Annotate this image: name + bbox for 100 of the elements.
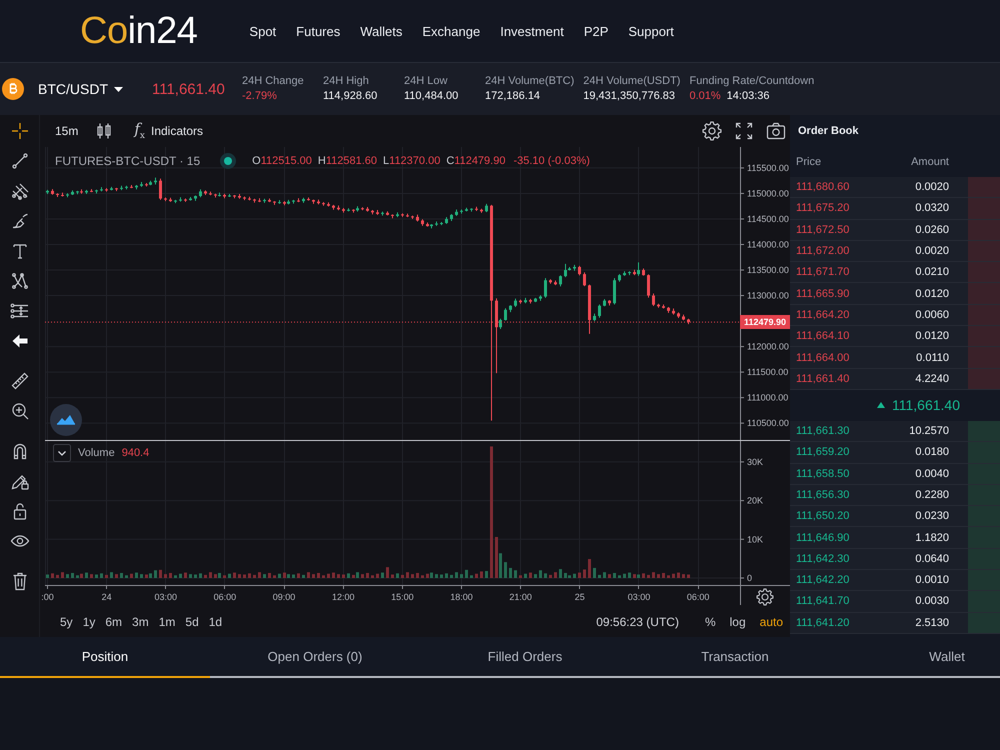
order-price: 111,642.20 [796,574,850,586]
mountain-badge-icon[interactable] [50,404,82,436]
candlestick [199,188,202,198]
bottom-tab[interactable]: Filled Orders [420,637,630,678]
volume-bar [470,575,473,578]
volume-bar [105,574,108,578]
candlestick [667,306,670,314]
settings-icon[interactable] [702,121,722,141]
indicators-button[interactable]: f$_{x}$ Indicators [134,122,204,140]
candlestick [56,192,59,198]
depth-bar [968,198,1000,219]
depth-bar [968,240,1000,262]
nav-link[interactable]: Support [628,24,674,38]
volume-bar [529,572,532,578]
bottom-tab[interactable]: Wallet [840,637,1000,678]
interval-button[interactable]: 15m [55,124,78,138]
parallel-lines-icon[interactable] [10,301,30,321]
range-button[interactable]: 3m [132,615,149,629]
order-amount: 1.1820 [914,532,949,544]
nav-link[interactable]: Wallets [360,24,402,38]
candlestick [130,184,133,189]
candlestick [110,186,113,191]
volume-bar [687,574,690,578]
volume-bar [204,574,207,578]
candlestick [327,202,330,207]
candlestick [292,199,295,204]
candlestick [416,214,419,222]
candlestick [322,202,325,206]
ruler-icon[interactable] [10,371,30,391]
line-tool-icon[interactable] [10,151,30,171]
pitchfork-icon[interactable] [10,181,30,201]
volume-bar [51,573,54,578]
candlestick [105,188,108,192]
volume-bar [228,574,231,578]
order-amount: 0.0230 [914,510,949,522]
pair-selector[interactable]: BTC/USDT [38,81,138,97]
nav-link[interactable]: Futures [296,24,340,38]
range-button[interactable]: 5d [185,615,199,629]
order-amount: 0.0040 [914,468,949,480]
volume-bar [549,574,552,578]
candlestick [228,193,231,198]
volume-bar [583,569,586,578]
range-button[interactable]: 1d [208,615,222,629]
candlestick [278,200,281,204]
fullscreen-icon[interactable] [734,121,754,141]
volume-bar [396,573,399,578]
candlestick [253,198,256,204]
candlestick [687,318,690,325]
volume-tick-label: 20K [747,496,764,506]
candlestick [514,298,517,308]
scale-option[interactable]: % [704,615,716,629]
bottom-tab[interactable]: Position [0,637,210,678]
logo-wordmark[interactable]: Coin24 [80,12,198,50]
nav-link[interactable]: Investment [500,24,564,38]
volume-bar [189,574,192,578]
camera-icon[interactable] [766,121,786,141]
nav-link[interactable]: Spot [249,24,276,38]
scale-option[interactable]: log [730,615,746,629]
volume-bar [135,572,138,578]
price-tick-label: 114000.00 [747,240,789,250]
stat-value: 114,928.60 [323,90,378,103]
bottom-tab[interactable]: Open Orders (0) [210,637,420,678]
collapse-chevron-icon[interactable] [53,444,71,462]
scale-option[interactable]: auto [760,615,783,629]
candlestick [460,209,463,214]
pattern-tool-icon[interactable] [10,271,30,291]
crosshair-icon[interactable] [10,121,30,141]
candlestick [519,299,522,304]
order-amount: 4.2240 [914,372,949,385]
candlestick [578,265,581,276]
order-amount: 0.0020 [914,245,949,258]
volume-bar [386,567,389,578]
volume-bar [337,574,340,578]
volume-bar [307,572,310,578]
nav-link[interactable]: P2P [584,24,608,38]
stat-label: 24H Volume(BTC) [485,75,574,88]
order-amount: 0.2280 [914,489,949,501]
volume-bar [647,574,650,578]
volume-bar [312,574,315,578]
volume-bar [199,573,202,578]
range-button[interactable]: 1y [82,615,96,629]
volume-bar [223,575,226,578]
range-button[interactable]: 1m [158,615,176,629]
volume-bar [381,572,384,578]
volume-bar [416,572,419,578]
settings-icon[interactable] [756,588,774,606]
volume-tick-label: 0 [747,573,752,583]
volume-bar [401,574,404,578]
candlestick [682,314,685,321]
range-button[interactable]: 5y [60,615,73,629]
candlestick [534,297,537,303]
candlestick [125,185,128,190]
range-button[interactable]: 6m [105,615,122,629]
volume-bar [534,574,537,578]
nav-link[interactable]: Exchange [422,24,480,38]
bottom-tab[interactable]: Transaction [630,637,840,678]
volume-bar [618,575,621,578]
volume-bar [120,572,123,578]
zoom-in-icon[interactable] [10,401,30,421]
order-price: 111,664.00 [796,352,850,364]
